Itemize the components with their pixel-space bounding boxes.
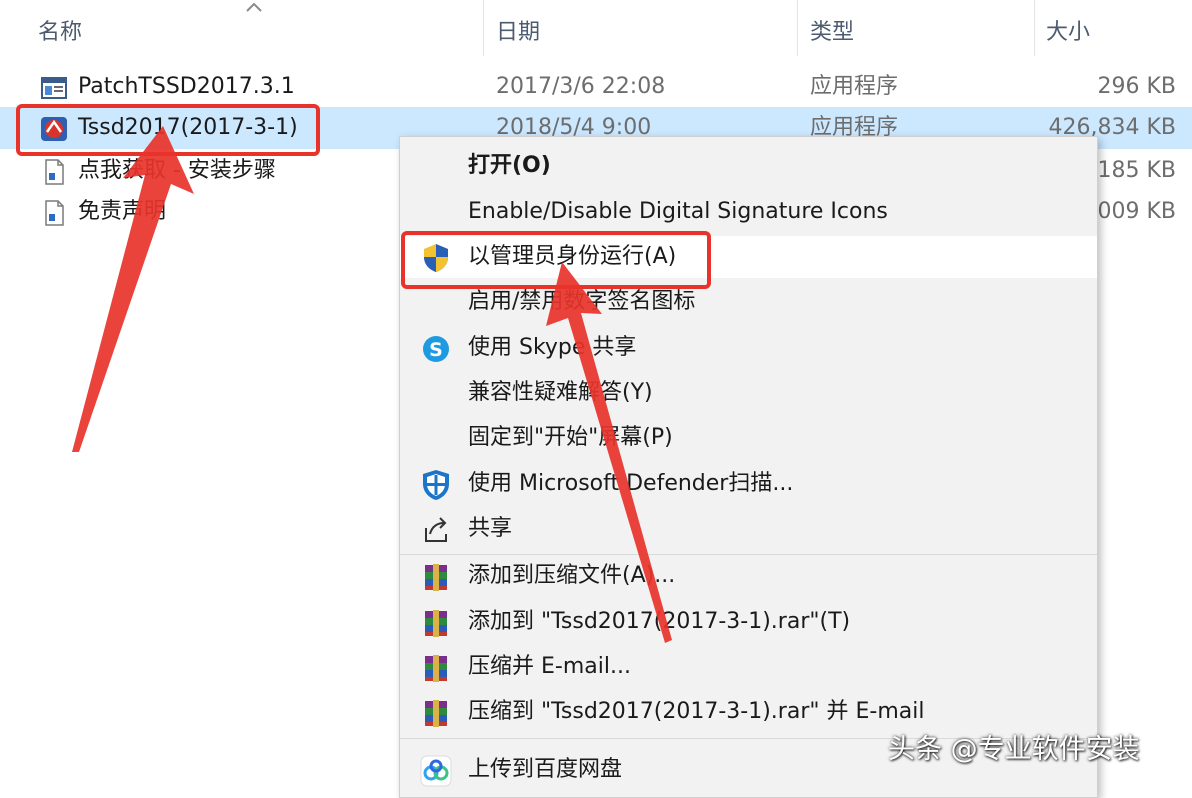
file-row-patch[interactable]: PatchTSSD2017.3.1 2017/3/6 22:08 应用程序 29… xyxy=(0,66,1192,108)
baidu-netdisk-icon xyxy=(420,755,452,787)
annotation-highlight-box xyxy=(401,231,711,289)
column-size-header[interactable]: 大小 xyxy=(1046,14,1090,46)
file-size: 296 KB xyxy=(1097,74,1176,99)
column-divider[interactable] xyxy=(483,0,484,56)
column-divider[interactable] xyxy=(1034,0,1035,56)
file-size: 009 KB xyxy=(1097,199,1176,224)
document-icon xyxy=(45,200,64,226)
file-name: 免责声明 xyxy=(78,199,167,224)
skype-icon: S xyxy=(423,336,449,362)
menu-item-label: 使用 Microsoft Defender扫描... xyxy=(468,471,794,496)
column-header: 名称 日期 类型 大小 xyxy=(0,0,1192,58)
menu-item-compat-troubleshoot[interactable]: 兼容性疑难解答(Y) xyxy=(400,372,1097,414)
file-name: PatchTSSD2017.3.1 xyxy=(78,74,295,99)
menu-item-open[interactable]: 打开(O) xyxy=(400,145,1097,187)
menu-item-label: 压缩并 E-mail... xyxy=(468,654,631,679)
menu-item-compress-email[interactable]: 压缩并 E-mail... xyxy=(400,646,1097,688)
winrar-icon xyxy=(425,564,447,591)
winrar-icon xyxy=(425,655,447,682)
menu-item-toggle-signature-icons-en[interactable]: Enable/Disable Digital Signature Icons xyxy=(400,191,1097,233)
winrar-icon xyxy=(425,700,447,727)
menu-item-label: 打开(O) xyxy=(468,153,551,178)
defender-icon xyxy=(423,470,449,500)
menu-item-label: 兼容性疑难解答(Y) xyxy=(468,380,653,405)
menu-item-pin-to-start[interactable]: 固定到"开始"屏幕(P) xyxy=(400,417,1097,459)
menu-item-add-to-archive[interactable]: 添加到压缩文件(A)... xyxy=(400,555,1097,597)
file-date: 2017/3/6 22:08 xyxy=(496,74,666,99)
column-type-header[interactable]: 类型 xyxy=(810,14,854,46)
file-type: 应用程序 xyxy=(810,74,899,99)
menu-item-label: 压缩到 "Tssd2017(2017-3-1).rar" 并 E-mail xyxy=(468,699,925,724)
menu-item-label: 使用 Skype 共享 xyxy=(468,335,637,360)
file-name: 点我获取 - 安装步骤 xyxy=(78,158,276,183)
exe-window-icon xyxy=(41,77,67,99)
menu-item-share[interactable]: 共享 xyxy=(400,508,1097,550)
watermark: 头条 @专业软件安装 xyxy=(888,734,1140,765)
svg-text:S: S xyxy=(429,339,443,361)
sort-ascending-icon[interactable] xyxy=(244,0,264,14)
column-name-header[interactable]: 名称 xyxy=(38,14,82,46)
menu-item-label: Enable/Disable Digital Signature Icons xyxy=(468,199,888,224)
menu-item-label: 固定到"开始"屏幕(P) xyxy=(468,425,673,450)
file-size: 185 KB xyxy=(1097,158,1176,183)
annotation-highlight-box xyxy=(16,104,320,156)
menu-item-skype-share[interactable]: S 使用 Skype 共享 xyxy=(400,327,1097,369)
column-date-header[interactable]: 日期 xyxy=(496,14,540,46)
column-divider[interactable] xyxy=(797,0,798,56)
document-icon xyxy=(45,159,64,185)
winrar-icon xyxy=(425,610,447,637)
menu-item-label: 添加到压缩文件(A)... xyxy=(468,563,676,588)
menu-item-label: 共享 xyxy=(468,516,513,541)
menu-item-add-to-rar[interactable]: 添加到 "Tssd2017(2017-3-1).rar"(T) xyxy=(400,601,1097,643)
menu-item-defender-scan[interactable]: 使用 Microsoft Defender扫描... xyxy=(400,463,1097,505)
menu-item-label: 添加到 "Tssd2017(2017-3-1).rar"(T) xyxy=(468,609,851,634)
share-icon xyxy=(425,517,447,542)
